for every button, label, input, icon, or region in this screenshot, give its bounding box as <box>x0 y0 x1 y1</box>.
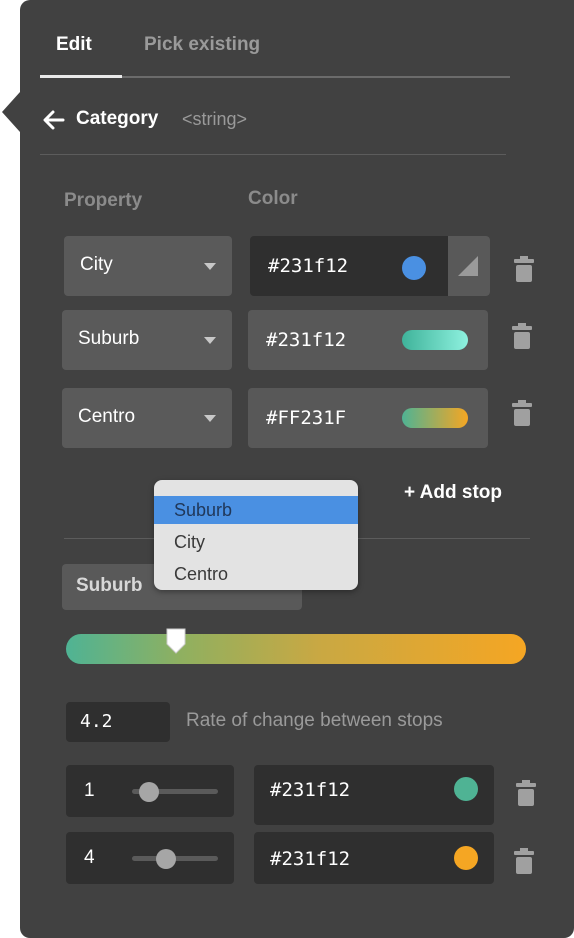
color-hex: #FF231F <box>266 407 347 429</box>
tab-edit[interactable]: Edit <box>56 34 92 56</box>
option-label: Centro <box>174 564 229 584</box>
value-stop-slider[interactable]: 1 <box>66 765 234 817</box>
property-dropdown-menu: Suburb City Centro <box>154 480 358 590</box>
trash-icon[interactable] <box>514 848 534 874</box>
category-title: Category <box>76 108 159 129</box>
panel-pointer <box>2 92 20 132</box>
color-hex: #231f12 <box>268 255 349 277</box>
color-swatch-dot[interactable] <box>402 256 426 280</box>
dropdown-option-city[interactable]: City <box>154 528 358 556</box>
value-stop-number: 4 <box>84 847 95 868</box>
chevron-down-icon <box>204 415 216 422</box>
color-hex: #231f12 <box>266 329 347 351</box>
category-type: <string> <box>182 109 248 129</box>
rate-value: 4.2 <box>80 711 113 732</box>
color-field-centro[interactable]: #FF231F <box>248 388 488 448</box>
color-field-suburb[interactable]: #231f12 <box>248 310 488 370</box>
color-picker-toggle[interactable] <box>448 236 490 296</box>
dropdown-option-suburb[interactable]: Suburb <box>154 496 358 524</box>
dropdown-option-centro[interactable]: Centro <box>154 560 358 588</box>
select-label: Centro <box>78 406 136 427</box>
property-select-centro[interactable]: Centro <box>62 388 232 448</box>
chevron-down-icon <box>204 337 216 344</box>
value-stop-color-field[interactable]: #231f12 <box>254 832 494 884</box>
select-label: Suburb <box>78 328 140 349</box>
slider-knob[interactable] <box>139 782 160 802</box>
color-swatch-gradient[interactable] <box>402 330 468 350</box>
tab-active-indicator <box>40 75 122 78</box>
tab-pick-existing[interactable]: Pick existing <box>144 34 260 56</box>
add-stop-button[interactable]: + Add stop <box>404 482 502 504</box>
value-stop-number: 1 <box>84 780 95 801</box>
color-swatch-gradient[interactable] <box>402 408 468 428</box>
color-hex: #231f12 <box>270 848 351 870</box>
interpolation-property-label: Suburb <box>76 575 143 596</box>
trash-icon[interactable] <box>516 780 536 806</box>
divider <box>40 154 506 155</box>
property-select-city[interactable]: City <box>64 236 232 296</box>
rate-input[interactable]: 4.2 <box>66 702 170 742</box>
color-column-label: Color <box>248 188 298 209</box>
property-select-suburb[interactable]: Suburb <box>62 310 232 370</box>
trash-icon[interactable] <box>512 400 532 426</box>
value-stop-slider[interactable]: 4 <box>66 832 234 884</box>
color-hex: #231f12 <box>270 779 351 801</box>
value-stop-color-field[interactable]: #231f12 <box>254 765 494 825</box>
option-label: Suburb <box>174 500 233 520</box>
slider-knob[interactable] <box>156 849 177 869</box>
ramp-handle[interactable] <box>165 628 187 654</box>
color-swatch-dot[interactable] <box>454 846 478 870</box>
trash-icon[interactable] <box>512 323 532 349</box>
color-field-city[interactable]: #231f12 <box>250 236 490 296</box>
corner-triangle-icon <box>458 256 478 276</box>
property-column-label: Property <box>64 190 143 211</box>
option-label: City <box>174 532 205 552</box>
color-swatch-dot[interactable] <box>454 777 478 801</box>
trash-icon[interactable] <box>514 256 534 282</box>
chevron-down-icon <box>204 263 216 270</box>
color-ramp-bar[interactable] <box>66 634 526 664</box>
rate-label: Rate of change between stops <box>186 710 443 731</box>
select-label: City <box>80 254 113 275</box>
back-arrow-icon[interactable] <box>42 108 66 132</box>
